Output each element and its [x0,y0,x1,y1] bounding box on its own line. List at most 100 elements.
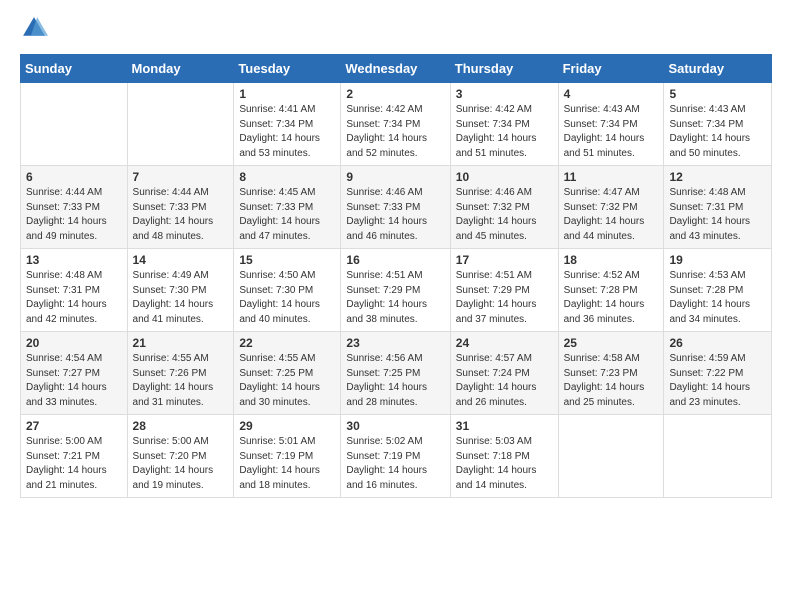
day-info: Sunrise: 4:50 AM Sunset: 7:30 PM Dayligh… [239,269,335,327]
day-info: Sunrise: 4:56 AM Sunset: 7:25 PM Dayligh… [346,352,444,410]
day-info: Sunrise: 5:00 AM Sunset: 7:21 PM Dayligh… [26,435,122,493]
calendar-cell: 21 Sunrise: 4:55 AM Sunset: 7:26 PM Dayli… [127,332,234,415]
weekday-header-row: SundayMondayTuesdayWednesdayThursdayFrid… [21,55,772,83]
day-number: 29 [239,419,335,433]
day-info: Sunrise: 4:42 AM Sunset: 7:34 PM Dayligh… [456,103,553,161]
header [20,16,772,44]
day-number: 11 [564,170,659,184]
day-info: Sunrise: 4:57 AM Sunset: 7:24 PM Dayligh… [456,352,553,410]
day-info: Sunrise: 5:03 AM Sunset: 7:18 PM Dayligh… [456,435,553,493]
day-info: Sunrise: 4:49 AM Sunset: 7:30 PM Dayligh… [133,269,229,327]
day-number: 26 [669,336,766,350]
calendar-cell: 27 Sunrise: 5:00 AM Sunset: 7:21 PM Dayli… [21,415,128,498]
day-number: 18 [564,253,659,267]
day-number: 4 [564,87,659,101]
day-info: Sunrise: 4:51 AM Sunset: 7:29 PM Dayligh… [346,269,444,327]
calendar-week-4: 20 Sunrise: 4:54 AM Sunset: 7:27 PM Dayli… [21,332,772,415]
day-info: Sunrise: 4:52 AM Sunset: 7:28 PM Dayligh… [564,269,659,327]
day-info: Sunrise: 4:44 AM Sunset: 7:33 PM Dayligh… [26,186,122,244]
day-number: 13 [26,253,122,267]
calendar-cell: 10 Sunrise: 4:46 AM Sunset: 7:32 PM Dayli… [450,166,558,249]
calendar-cell [664,415,772,498]
calendar-cell: 19 Sunrise: 4:53 AM Sunset: 7:28 PM Dayli… [664,249,772,332]
day-info: Sunrise: 4:41 AM Sunset: 7:34 PM Dayligh… [239,103,335,161]
calendar-cell: 30 Sunrise: 5:02 AM Sunset: 7:19 PM Dayli… [341,415,450,498]
day-number: 7 [133,170,229,184]
day-info: Sunrise: 4:55 AM Sunset: 7:26 PM Dayligh… [133,352,229,410]
day-info: Sunrise: 5:01 AM Sunset: 7:19 PM Dayligh… [239,435,335,493]
weekday-header-friday: Friday [558,55,664,83]
calendar-cell: 11 Sunrise: 4:47 AM Sunset: 7:32 PM Dayli… [558,166,664,249]
day-number: 28 [133,419,229,433]
day-number: 16 [346,253,444,267]
calendar-cell: 7 Sunrise: 4:44 AM Sunset: 7:33 PM Daylig… [127,166,234,249]
calendar-cell [558,415,664,498]
day-info: Sunrise: 5:00 AM Sunset: 7:20 PM Dayligh… [133,435,229,493]
day-number: 25 [564,336,659,350]
calendar-cell: 18 Sunrise: 4:52 AM Sunset: 7:28 PM Dayli… [558,249,664,332]
calendar-week-5: 27 Sunrise: 5:00 AM Sunset: 7:21 PM Dayli… [21,415,772,498]
calendar-cell: 15Sunrise: 4:50 AM Sunset: 7:30 PM Dayli… [234,249,341,332]
day-info: Sunrise: 4:43 AM Sunset: 7:34 PM Dayligh… [564,103,659,161]
calendar-cell: 23 Sunrise: 4:56 AM Sunset: 7:25 PM Dayli… [341,332,450,415]
day-number: 24 [456,336,553,350]
day-info: Sunrise: 4:48 AM Sunset: 7:31 PM Dayligh… [669,186,766,244]
calendar-cell: 22 Sunrise: 4:55 AM Sunset: 7:25 PM Dayli… [234,332,341,415]
day-number: 12 [669,170,766,184]
day-number: 27 [26,419,122,433]
calendar-cell: 13 Sunrise: 4:48 AM Sunset: 7:31 PM Dayli… [21,249,128,332]
day-number: 30 [346,419,444,433]
logo-icon [20,14,48,42]
weekday-header-sunday: Sunday [21,55,128,83]
day-number: 20 [26,336,122,350]
weekday-header-thursday: Thursday [450,55,558,83]
day-info: Sunrise: 4:58 AM Sunset: 7:23 PM Dayligh… [564,352,659,410]
calendar-cell [21,83,128,166]
day-info: Sunrise: 4:53 AM Sunset: 7:28 PM Dayligh… [669,269,766,327]
day-number: 21 [133,336,229,350]
day-number: 2 [346,87,444,101]
page: SundayMondayTuesdayWednesdayThursdayFrid… [0,0,792,612]
day-info: Sunrise: 4:59 AM Sunset: 7:22 PM Dayligh… [669,352,766,410]
day-number: 22 [239,336,335,350]
day-info: Sunrise: 4:45 AM Sunset: 7:33 PM Dayligh… [239,186,335,244]
calendar-cell: 17 Sunrise: 4:51 AM Sunset: 7:29 PM Dayli… [450,249,558,332]
day-info: Sunrise: 4:47 AM Sunset: 7:32 PM Dayligh… [564,186,659,244]
calendar-cell: 5 Sunrise: 4:43 AM Sunset: 7:34 PM Daylig… [664,83,772,166]
weekday-header-tuesday: Tuesday [234,55,341,83]
day-info: Sunrise: 4:48 AM Sunset: 7:31 PM Dayligh… [26,269,122,327]
calendar-cell: 1 Sunrise: 4:41 AM Sunset: 7:34 PM Daylig… [234,83,341,166]
calendar-cell: 8 Sunrise: 4:45 AM Sunset: 7:33 PM Daylig… [234,166,341,249]
day-info: Sunrise: 4:51 AM Sunset: 7:29 PM Dayligh… [456,269,553,327]
day-number: 9 [346,170,444,184]
calendar-cell: 28 Sunrise: 5:00 AM Sunset: 7:20 PM Dayli… [127,415,234,498]
day-number: 1 [239,87,335,101]
day-number: 8 [239,170,335,184]
day-number: 31 [456,419,553,433]
calendar-cell: 20 Sunrise: 4:54 AM Sunset: 7:27 PM Dayli… [21,332,128,415]
weekday-header-wednesday: Wednesday [341,55,450,83]
day-number: 3 [456,87,553,101]
calendar-cell: 3 Sunrise: 4:42 AM Sunset: 7:34 PM Daylig… [450,83,558,166]
day-number: 23 [346,336,444,350]
calendar-cell: 26 Sunrise: 4:59 AM Sunset: 7:22 PM Dayli… [664,332,772,415]
calendar-cell: 29 Sunrise: 5:01 AM Sunset: 7:19 PM Dayli… [234,415,341,498]
calendar-cell: 6Sunrise: 4:44 AM Sunset: 7:33 PM Daylig… [21,166,128,249]
day-number: 19 [669,253,766,267]
day-info: Sunrise: 4:46 AM Sunset: 7:32 PM Dayligh… [456,186,553,244]
day-info: Sunrise: 4:46 AM Sunset: 7:33 PM Dayligh… [346,186,444,244]
day-number: 17 [456,253,553,267]
day-number: 10 [456,170,553,184]
calendar-cell: 16 Sunrise: 4:51 AM Sunset: 7:29 PM Dayli… [341,249,450,332]
day-info: Sunrise: 4:55 AM Sunset: 7:25 PM Dayligh… [239,352,335,410]
day-number: 5 [669,87,766,101]
day-info: Sunrise: 4:43 AM Sunset: 7:34 PM Dayligh… [669,103,766,161]
day-info: Sunrise: 4:44 AM Sunset: 7:33 PM Dayligh… [133,186,229,244]
day-info: Sunrise: 5:02 AM Sunset: 7:19 PM Dayligh… [346,435,444,493]
calendar-cell [127,83,234,166]
logo [20,16,52,44]
day-info: Sunrise: 4:42 AM Sunset: 7:34 PM Dayligh… [346,103,444,161]
calendar-cell: 9 Sunrise: 4:46 AM Sunset: 7:33 PM Daylig… [341,166,450,249]
calendar-cell: 25 Sunrise: 4:58 AM Sunset: 7:23 PM Dayli… [558,332,664,415]
day-info: Sunrise: 4:54 AM Sunset: 7:27 PM Dayligh… [26,352,122,410]
